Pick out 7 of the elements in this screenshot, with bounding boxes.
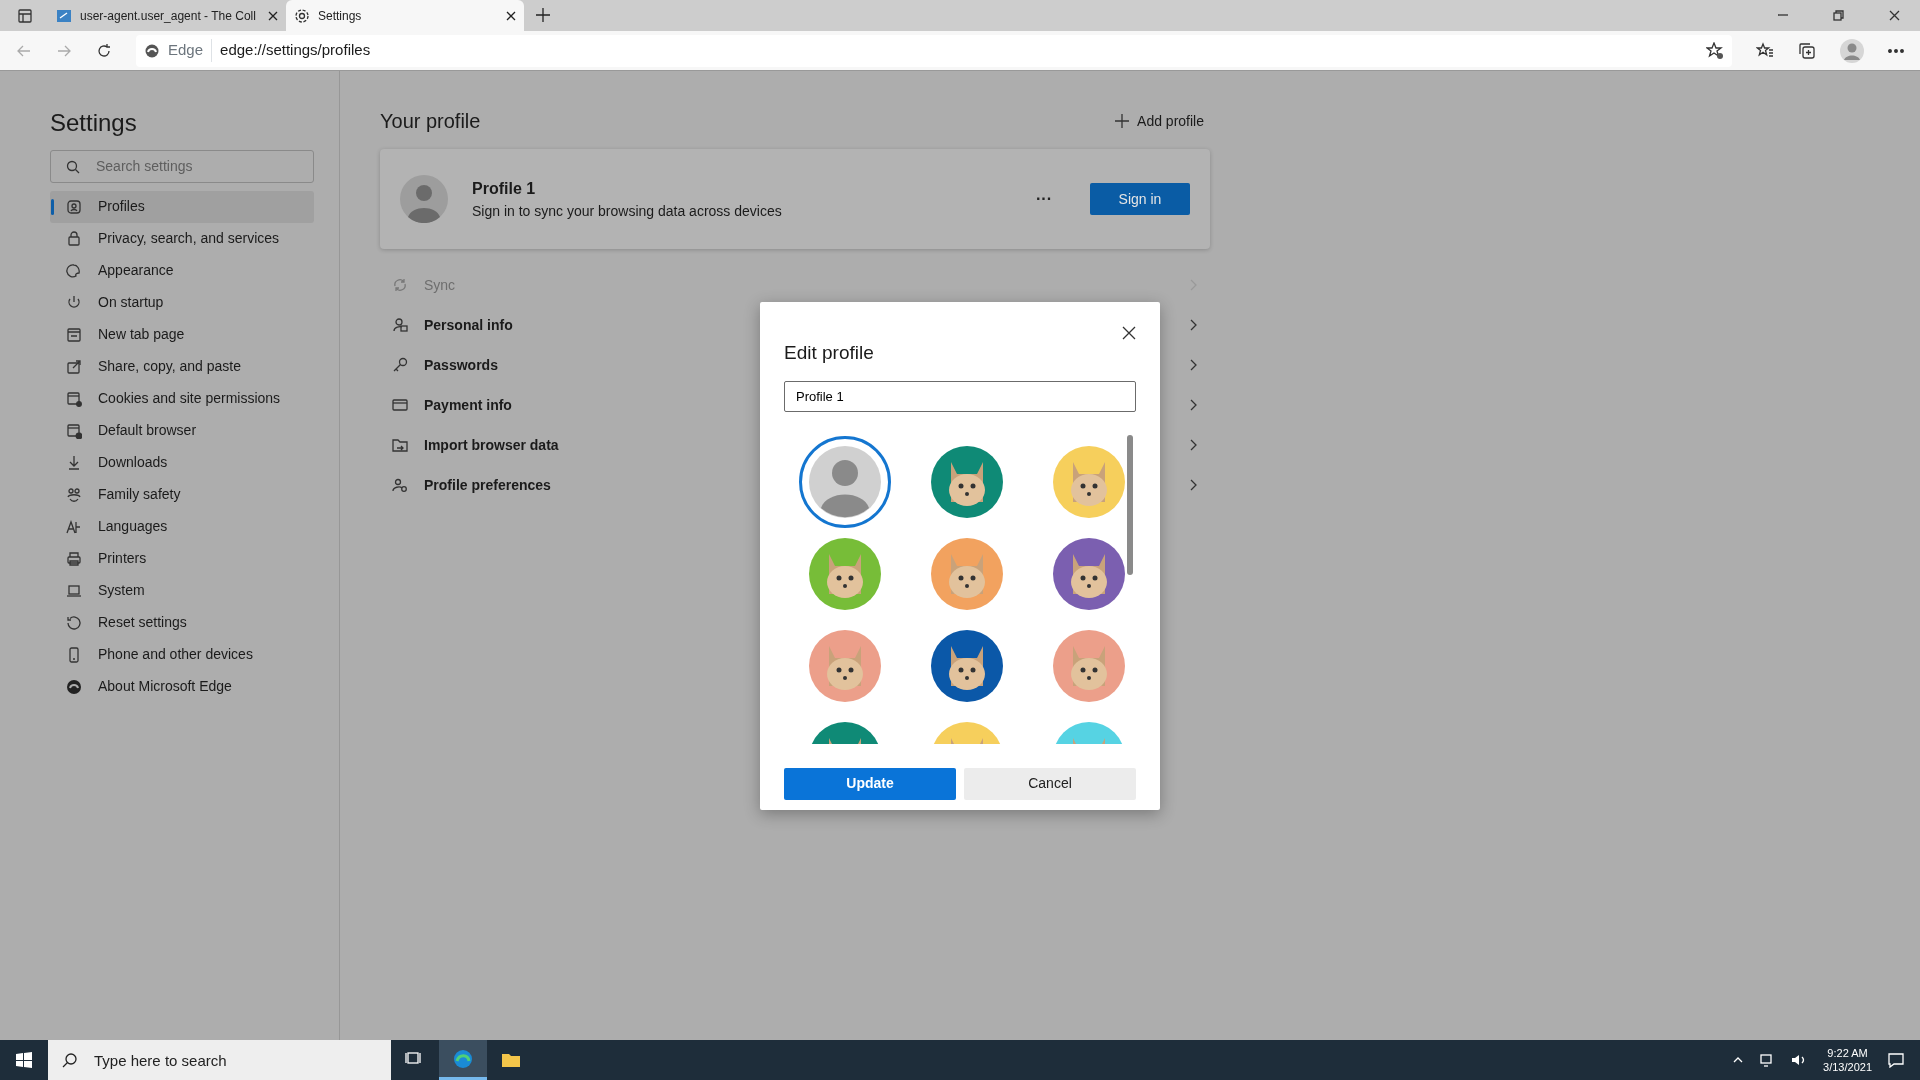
profile-name: Profile 1 — [472, 178, 537, 199]
sidebar-title: Settings — [50, 109, 138, 138]
taskbar-date: 3/13/2021 — [1823, 1060, 1872, 1075]
dialog-title: Edit profile — [784, 342, 874, 365]
taskbar-time: 9:22 AM — [1826, 1045, 1869, 1060]
profile-description: Sign in to sync your browsing data across devices — [472, 201, 783, 221]
section-title: Your profile — [380, 109, 481, 133]
